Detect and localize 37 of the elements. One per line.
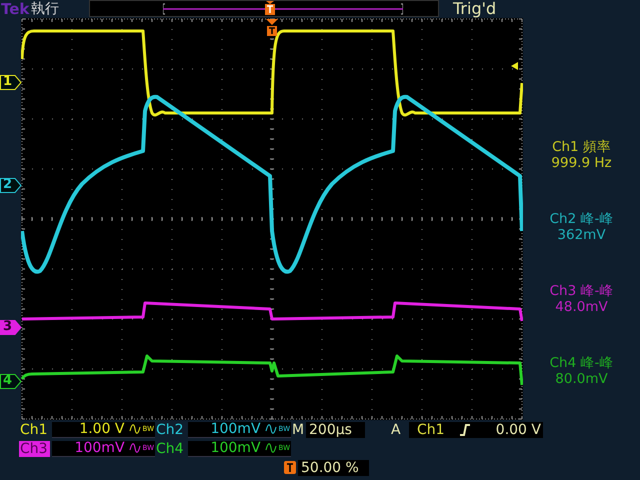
trigger-status: Trig'd [453,0,496,18]
measurement-label: Ch2 峰-峰 [550,211,614,227]
trigger-position-value: 50.00 % [298,460,369,476]
sine-wave-icon [128,423,141,435]
channel-label[interactable]: Ch4 [155,440,186,456]
trigger-position-icon [265,1,275,15]
measurement-value: 999.9 Hz [551,155,612,171]
trigger-position-icon [284,461,296,474]
channel-marker [0,178,22,193]
trigger-source: Ch1 [417,422,446,438]
measurement-value: 362mV [557,227,606,243]
channel-marker [0,75,22,90]
trigger-level-icon [511,62,518,70]
channel-label[interactable]: Ch1 [19,422,50,438]
channel-label[interactable]: Ch2 [155,422,186,438]
measurement-value: 80.0mV [555,371,608,387]
timebase-label: M [292,422,304,438]
measurement-value: 48.0mV [555,299,608,315]
measurement-label: Ch4 峰-峰 [550,355,614,371]
measurement-label: Ch1 頻率 [552,139,611,155]
sine-wave-icon [128,442,141,454]
brand-logo: Tek [1,0,30,18]
channel-number: 3 [3,319,12,334]
scale-value: 100mV [210,440,261,456]
scale-value: 1.00 V [79,421,125,437]
run-state: 執行 [31,0,60,18]
rising-edge-icon [459,424,471,436]
scale-value: 100mV [210,421,261,437]
channel-marker [0,374,22,389]
trigger-level: 0.00 V [496,422,541,438]
trigger-label: A [391,422,402,438]
measurement-label: Ch3 峰-峰 [550,283,614,299]
sine-wave-icon [264,442,277,454]
scale-value: 100mV [74,440,125,456]
channel-number: 4 [3,373,12,388]
timebase-value: 200µs [306,422,365,438]
sine-wave-icon [264,423,277,435]
